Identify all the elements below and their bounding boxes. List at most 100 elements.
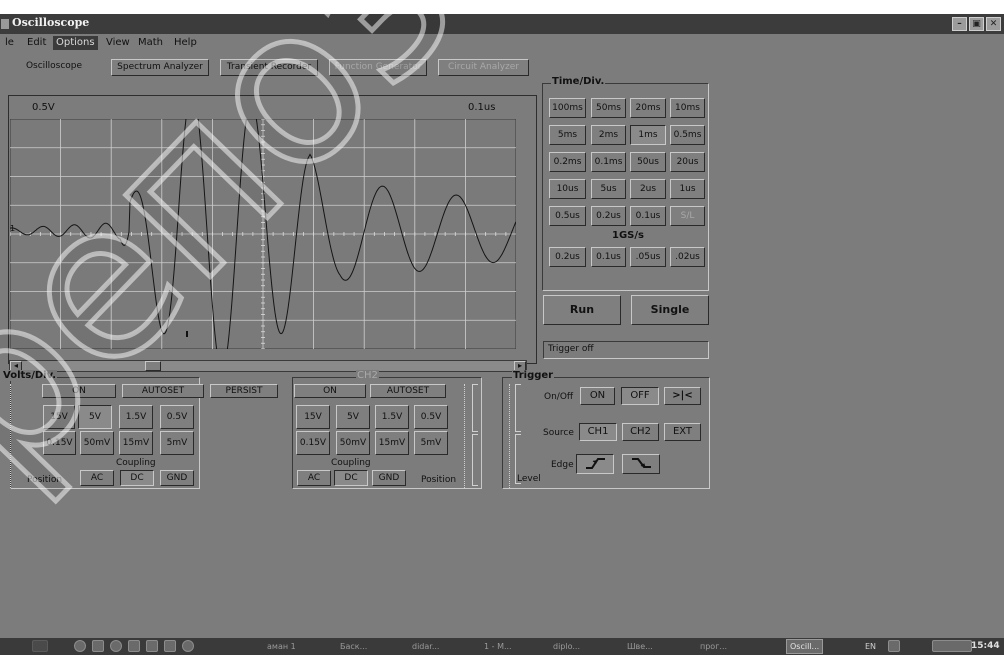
ch1-position-scale[interactable] <box>10 384 16 488</box>
ch1-on-button[interactable]: ON <box>42 384 116 398</box>
media-icon[interactable] <box>74 640 86 652</box>
ch1-volts-15v-button[interactable]: 15V <box>43 405 75 429</box>
trigger-on-button[interactable]: ON <box>580 387 615 405</box>
ch2-volts-0-5v-button[interactable]: 0.5V <box>414 405 448 429</box>
word-icon[interactable] <box>146 640 158 652</box>
ch2-volts-15v-button[interactable]: 15V <box>296 405 330 429</box>
ch2-on-button[interactable]: ON <box>294 384 366 398</box>
ch2-volts-15mv-button[interactable]: 15mV <box>375 431 409 455</box>
taskbar-task-2[interactable]: Баск... <box>340 639 367 654</box>
help-tray-icon[interactable] <box>888 640 900 652</box>
taskbar-task-8[interactable]: Oscill... <box>786 639 824 654</box>
taskbar-task-4[interactable]: 1 - M... <box>484 639 512 654</box>
timebase-100ms-button[interactable]: 100ms <box>549 98 586 118</box>
timebase-fast-0-2us-button[interactable]: 0.2us <box>549 247 586 267</box>
timebase-2us-button[interactable]: 2us <box>630 179 666 199</box>
timebase-0-2us-button[interactable]: 0.2us <box>591 206 626 226</box>
source-ch2-button[interactable]: CH2 <box>622 423 659 441</box>
source-ext-button[interactable]: EXT <box>664 423 701 441</box>
timebase-5us-button[interactable]: 5us <box>591 179 626 199</box>
tab-transient-recorder[interactable]: Transient Recorder <box>220 59 318 76</box>
timebase-50ms-button[interactable]: 50ms <box>591 98 626 118</box>
timebase-2ms-button[interactable]: 2ms <box>591 125 626 145</box>
ch1-volts-0-5v-button[interactable]: 0.5V <box>160 405 194 429</box>
ch2-volts-0-15v-button[interactable]: 0.15V <box>296 431 330 455</box>
timebase-20ms-button[interactable]: 20ms <box>630 98 666 118</box>
menu-help[interactable]: Help <box>171 36 200 50</box>
ch1-volts-50mv-button[interactable]: 50mV <box>80 431 114 455</box>
tab-spectrum-analyzer[interactable]: Spectrum Analyzer <box>111 59 209 76</box>
ch2-volts-5mv-button[interactable]: 5mV <box>414 431 448 455</box>
menu-file[interactable]: le <box>2 36 17 50</box>
taskbar-task-1[interactable]: аман 1 <box>267 639 296 654</box>
horizontal-scrollbar[interactable]: ◂ ▸ <box>9 360 527 372</box>
timebase-10us-button[interactable]: 10us <box>549 179 586 199</box>
persist-button[interactable]: PERSIST <box>210 384 278 398</box>
falling-edge-button[interactable] <box>622 454 660 474</box>
trigger-center-button[interactable]: >|< <box>664 387 701 405</box>
ch2-volts-1-5v-button[interactable]: 1.5V <box>375 405 409 429</box>
volume-tray-icon[interactable] <box>910 640 922 652</box>
excel-icon[interactable] <box>164 640 176 652</box>
timebase-0-1us-button[interactable]: 0.1us <box>630 206 666 226</box>
timebase-s-l-button[interactable]: S/L <box>670 206 705 226</box>
timebase-50us-button[interactable]: 50us <box>630 152 666 172</box>
ch1-volts-15mv-button[interactable]: 15mV <box>119 431 153 455</box>
taskbar-task-5[interactable]: diplo... <box>553 639 580 654</box>
timebase-1ms-button[interactable]: 1ms <box>630 125 666 145</box>
rising-edge-button[interactable] <box>576 454 614 474</box>
tray-status-icon[interactable] <box>932 640 972 652</box>
trigger-position-marker[interactable] <box>186 331 188 337</box>
browser-icon[interactable] <box>110 640 122 652</box>
maximize-icon[interactable]: ▣ <box>969 17 984 31</box>
ch1-volts-5mv-button[interactable]: 5mV <box>160 431 194 455</box>
ch1-coupling-ac-button[interactable]: AC <box>80 470 114 486</box>
trigger-off-button[interactable]: OFF <box>621 387 659 405</box>
source-ch1-button[interactable]: CH1 <box>579 423 617 441</box>
taskbar-task-7[interactable]: прог... <box>700 639 727 654</box>
menu-view[interactable]: View <box>103 36 133 50</box>
settings-icon[interactable] <box>128 640 140 652</box>
timebase-1us-button[interactable]: 1us <box>670 179 705 199</box>
menu-edit[interactable]: Edit <box>24 36 49 50</box>
ch2-autoset-button[interactable]: AUTOSET <box>370 384 446 398</box>
ch2-volts-50mv-button[interactable]: 50mV <box>336 431 370 455</box>
minimize-icon[interactable]: – <box>952 17 967 31</box>
ch1-volts-5v-button[interactable]: 5V <box>78 405 112 429</box>
timebase-5ms-button[interactable]: 5ms <box>549 125 586 145</box>
timebase-fast-0-1us-button[interactable]: 0.1us <box>591 247 626 267</box>
disk-icon[interactable] <box>92 640 104 652</box>
ch2-volts-5v-button[interactable]: 5V <box>336 405 370 429</box>
language-indicator[interactable]: EN <box>865 639 876 654</box>
timebase-10ms-button[interactable]: 10ms <box>670 98 705 118</box>
tab-function-generator[interactable]: Function Generator <box>329 59 427 76</box>
ch2-position-scale[interactable] <box>464 384 470 488</box>
taskbar-task-6[interactable]: Шве... <box>627 639 653 654</box>
ch1-coupling-gnd-button[interactable]: GND <box>160 470 194 486</box>
menu-math[interactable]: Math <box>135 36 166 50</box>
timebase-0-5us-button[interactable]: 0.5us <box>549 206 586 226</box>
tab-oscilloscope[interactable]: Oscilloscope <box>14 59 94 76</box>
ch2-coupling-gnd-button[interactable]: GND <box>372 470 406 486</box>
ch2-coupling-dc-button[interactable]: DC <box>334 470 368 486</box>
timebase-0-2ms-button[interactable]: 0.2ms <box>549 152 586 172</box>
ch1-coupling-dc-button[interactable]: DC <box>120 470 154 486</box>
single-button[interactable]: Single <box>631 295 709 325</box>
ch1-autoset-button[interactable]: AUTOSET <box>122 384 204 398</box>
timebase-0-1ms-button[interactable]: 0.1ms <box>591 152 626 172</box>
timebase-20us-button[interactable]: 20us <box>670 152 705 172</box>
tab-circuit-analyzer[interactable]: Circuit Analyzer <box>438 59 529 76</box>
ch1-volts-0-15v-button[interactable]: 0.15V <box>43 431 76 455</box>
ch2-coupling-ac-button[interactable]: AC <box>297 470 331 486</box>
menu-options[interactable]: Options <box>53 36 98 50</box>
taskbar-task-3[interactable]: didar... <box>412 639 439 654</box>
timebase-fast-05us-button[interactable]: .05us <box>630 247 666 267</box>
timebase-fast-02us-button[interactable]: .02us <box>670 247 705 267</box>
opera-icon[interactable] <box>182 640 194 652</box>
start-icon[interactable] <box>32 640 48 652</box>
ch1-volts-1-5v-button[interactable]: 1.5V <box>119 405 153 429</box>
close-icon[interactable]: ✕ <box>986 17 1001 31</box>
run-button[interactable]: Run <box>543 295 621 325</box>
scroll-thumb[interactable] <box>145 361 161 371</box>
timebase-0-5ms-button[interactable]: 0.5ms <box>670 125 705 145</box>
